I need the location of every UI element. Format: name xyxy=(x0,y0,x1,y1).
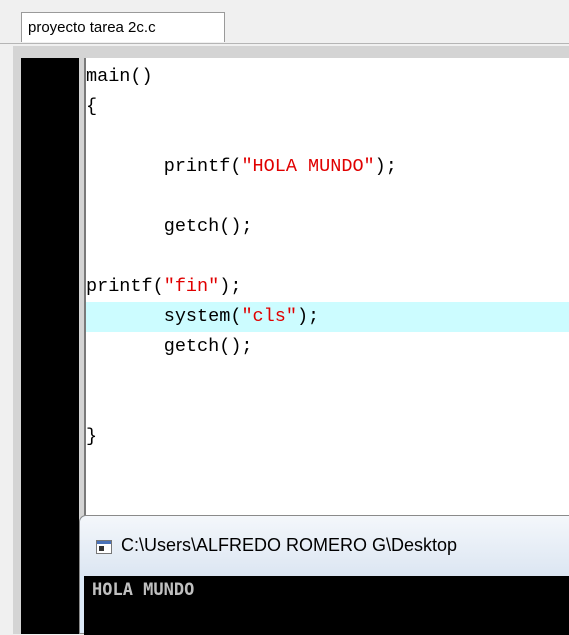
code-text: printf( xyxy=(86,276,164,297)
code-text: ); xyxy=(219,276,242,297)
code-text: } xyxy=(86,426,98,447)
code-line[interactable] xyxy=(86,362,569,392)
code-line[interactable]: } xyxy=(86,422,569,452)
code-text: getch(); xyxy=(86,336,253,357)
console-app-icon xyxy=(96,540,112,554)
code-line[interactable]: getch(); xyxy=(86,332,569,362)
console-title: C:\Users\ALFREDO ROMERO G\Desktop xyxy=(121,535,458,555)
code-text: ); xyxy=(296,306,320,327)
code-line[interactable] xyxy=(86,392,569,422)
code-text: printf( xyxy=(86,156,242,177)
code-line[interactable]: { xyxy=(86,92,569,122)
console-title-bar[interactable]: C:\Users\ALFREDO ROMERO G\Desktop xyxy=(80,516,569,576)
code-text: { xyxy=(86,96,98,117)
code-text: ); xyxy=(374,156,397,177)
code-text: getch(); xyxy=(86,216,253,237)
editor-tab-bar: proyecto tarea 2c.c xyxy=(0,0,569,44)
code-line[interactable]: printf("fin"); xyxy=(86,272,569,302)
code-line[interactable]: printf("HOLA MUNDO"); xyxy=(86,152,569,182)
line-number-gutter xyxy=(21,58,79,634)
code-line[interactable]: getch(); xyxy=(86,212,569,242)
code-string-literal: "HOLA MUNDO" xyxy=(241,156,375,177)
code-line-current[interactable]: system("cls"); xyxy=(86,302,569,332)
code-text: system( xyxy=(86,306,242,327)
code-line[interactable] xyxy=(86,182,569,212)
console-output-area: HOLA MUNDO xyxy=(84,576,569,635)
console-window[interactable]: C:\Users\ALFREDO ROMERO G\Desktop HOLA M… xyxy=(79,515,569,635)
code-text: main() xyxy=(86,66,153,87)
code-line[interactable] xyxy=(86,242,569,272)
file-tab[interactable]: proyecto tarea 2c.c xyxy=(21,12,225,42)
code-line[interactable] xyxy=(86,122,569,152)
console-output-text: HOLA MUNDO xyxy=(92,580,195,600)
tab-bar-divider xyxy=(0,43,569,44)
code-string-literal: "fin" xyxy=(163,276,220,297)
code-string-literal: "cls" xyxy=(241,306,297,327)
code-line[interactable]: main() xyxy=(86,62,569,92)
